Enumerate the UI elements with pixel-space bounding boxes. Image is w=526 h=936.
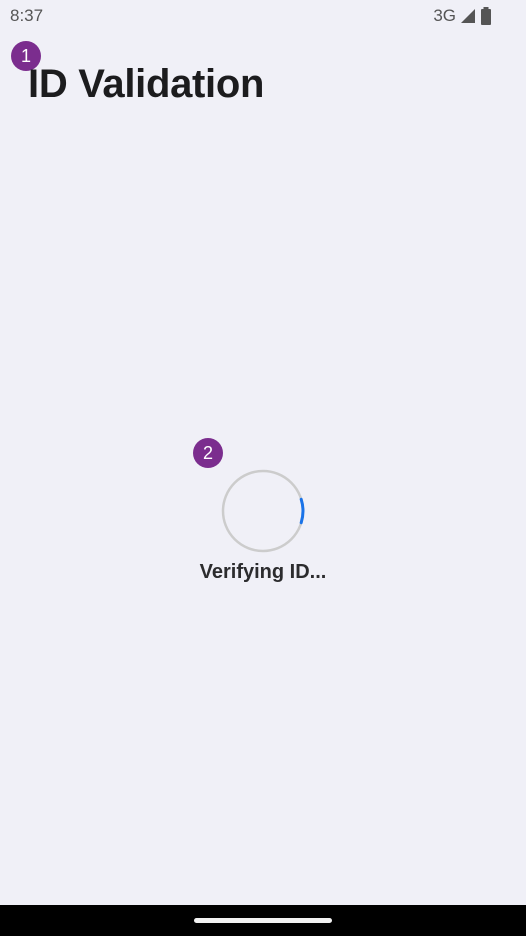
loading-spinner-icon [221,469,305,553]
cell-signal-icon [460,8,476,24]
page-title: ID Validation [28,62,265,106]
system-navigation-bar [0,905,526,936]
status-bar: 8:37 3G [0,0,526,32]
status-time: 8:37 [10,6,44,25]
status-indicators: 3G [433,6,492,26]
network-type: 3G [433,6,456,25]
loading-status-text: Verifying ID... [199,561,327,583]
battery-icon [480,7,492,25]
home-indicator[interactable] [194,918,332,923]
annotation-marker-2: 2 [193,438,223,468]
